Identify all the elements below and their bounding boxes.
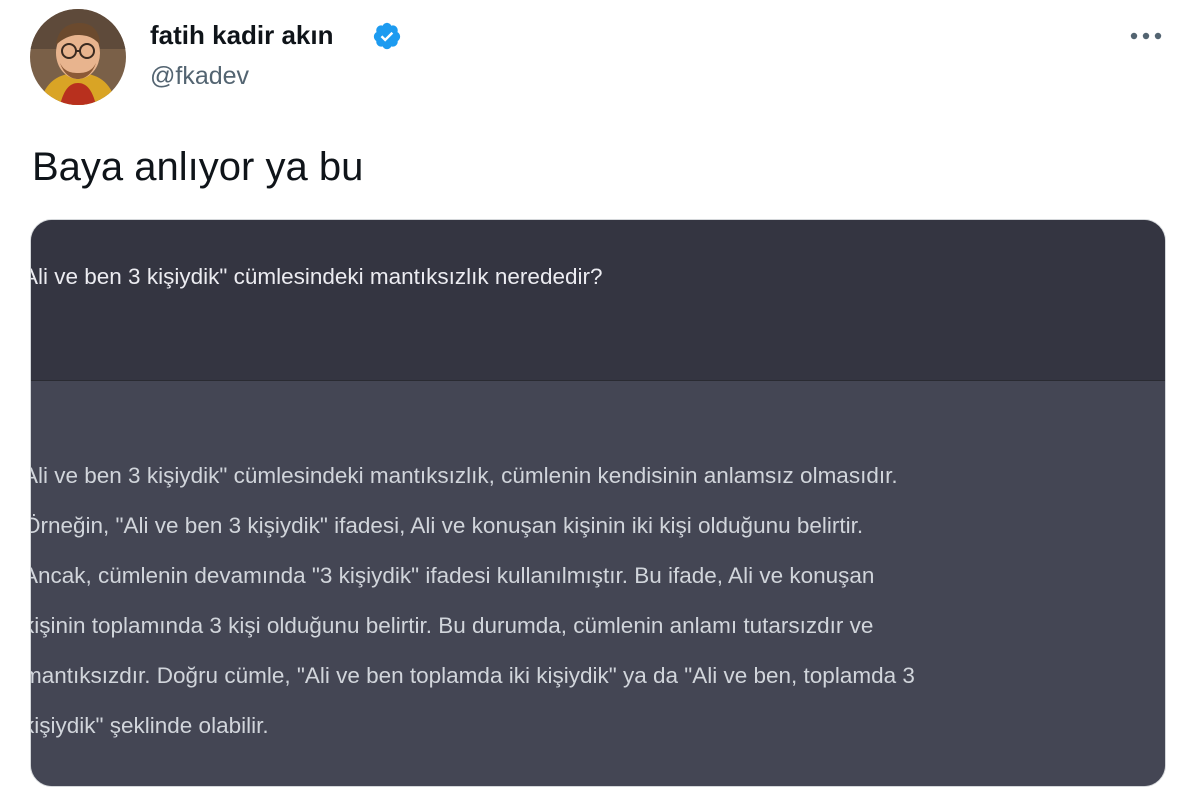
more-options-button[interactable] — [1124, 22, 1168, 50]
chat-response-line: mantıksızdır. Doğru cümle, "Ali ve ben t… — [30, 663, 915, 688]
author-display-name[interactable]: fatih kadir akın — [150, 18, 334, 52]
chat-response-line: Ancak, cümlenin devamında "3 kişiydik" i… — [30, 563, 875, 588]
chat-response-line: kişinin toplamında 3 kişi olduğunu belir… — [30, 613, 874, 638]
tweet-text: Baya anlıyor ya bu — [32, 145, 364, 189]
chat-response-line: Ali ve ben 3 kişiydik" cümlesindeki mant… — [30, 463, 898, 488]
author-handle[interactable]: @fkadev — [150, 60, 249, 92]
chat-response-section: Ali ve ben 3 kişiydik" cümlesindeki mant… — [31, 381, 1165, 786]
tweet-media-image[interactable]: Ali ve ben 3 kişiydik" cümlesindeki mant… — [30, 219, 1166, 787]
chat-response-line: Örneğin, "Ali ve ben 3 kişiydik" ifadesi… — [30, 513, 864, 538]
chat-prompt-section: Ali ve ben 3 kişiydik" cümlesindeki mant… — [31, 220, 1165, 381]
avatar-image — [30, 9, 126, 105]
verified-badge-icon — [373, 22, 401, 50]
chat-response-line: kişiydik" şeklinde olabilir. — [30, 713, 269, 738]
more-horizontal-icon — [1130, 32, 1162, 40]
avatar[interactable] — [30, 9, 126, 105]
chat-prompt-text: Ali ve ben 3 kişiydik" cümlesindeki mant… — [30, 264, 603, 289]
